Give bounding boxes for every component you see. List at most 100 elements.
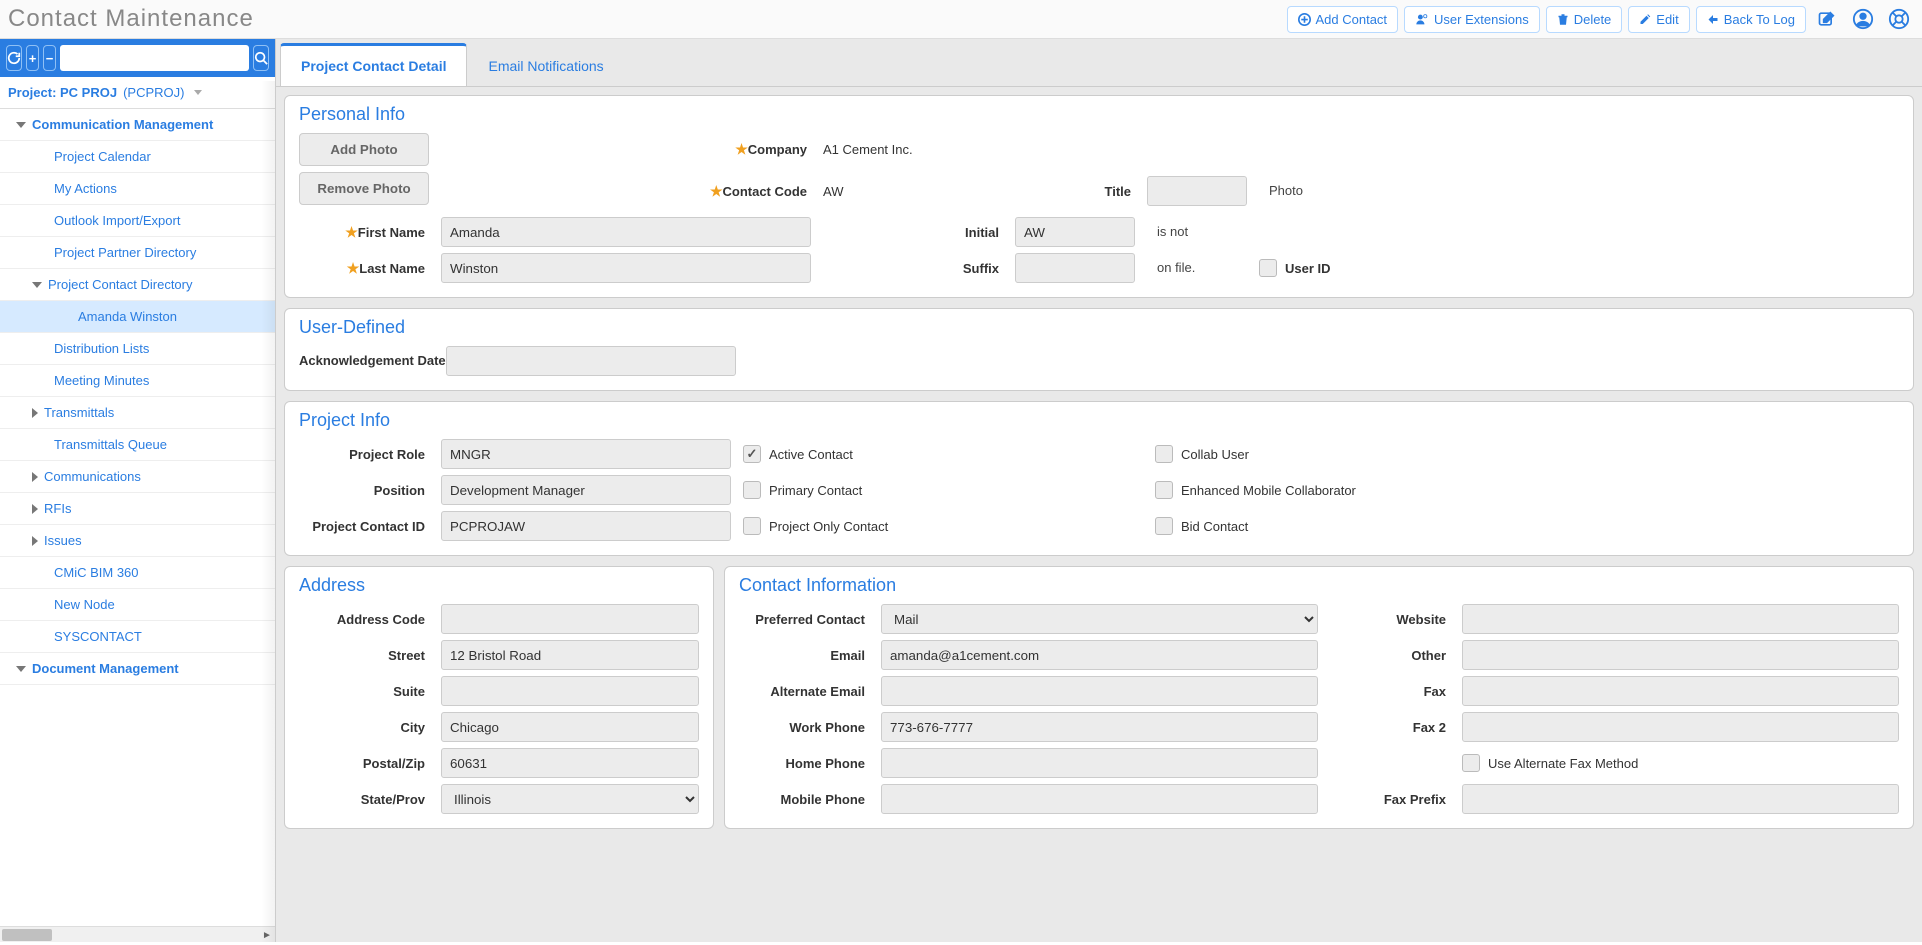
checkbox-alt-fax-method[interactable]: Use Alternate Fax Method xyxy=(1462,754,1899,772)
input-title[interactable] xyxy=(1147,176,1247,206)
delete-button[interactable]: Delete xyxy=(1546,6,1623,33)
value-company: A1 Cement Inc. xyxy=(823,138,1003,161)
nav-new-node[interactable]: New Node xyxy=(0,589,275,621)
input-initial[interactable] xyxy=(1015,217,1135,247)
nav-project-contact-directory[interactable]: Project Contact Directory xyxy=(0,269,275,301)
input-website[interactable] xyxy=(1462,604,1899,634)
trash-icon xyxy=(1557,13,1569,26)
input-city[interactable] xyxy=(441,712,699,742)
tab-project-contact-detail[interactable]: Project Contact Detail xyxy=(280,43,467,86)
refresh-icon[interactable] xyxy=(6,45,22,71)
select-preferred-contact[interactable]: Mail xyxy=(881,604,1318,634)
label-state: State/Prov xyxy=(299,792,429,807)
checkbox-enhanced-mobile-collab[interactable]: Enhanced Mobile Collaborator xyxy=(1155,481,1899,499)
input-suite[interactable] xyxy=(441,676,699,706)
input-mobile-phone[interactable] xyxy=(881,784,1318,814)
label-city: City xyxy=(299,720,429,735)
input-suffix[interactable] xyxy=(1015,253,1135,283)
nav-outlook-import-export[interactable]: Outlook Import/Export xyxy=(0,205,275,237)
nav-project-calendar[interactable]: Project Calendar xyxy=(0,141,275,173)
nav-transmittals-queue[interactable]: Transmittals Queue xyxy=(0,429,275,461)
user-extensions-button[interactable]: User Extensions xyxy=(1404,6,1540,33)
nav-contact-amanda-winston[interactable]: Amanda Winston xyxy=(0,301,275,333)
input-ack-date[interactable] xyxy=(446,346,736,376)
input-project-role[interactable] xyxy=(441,439,731,469)
checkbox-user-id[interactable]: User ID xyxy=(1259,259,1519,277)
label-fax: Fax xyxy=(1330,684,1450,699)
input-other[interactable] xyxy=(1462,640,1899,670)
input-email[interactable] xyxy=(881,640,1318,670)
collapse-icon[interactable]: − xyxy=(43,45,56,71)
back-to-log-button[interactable]: Back To Log xyxy=(1696,6,1806,33)
input-project-contact-id[interactable] xyxy=(441,511,731,541)
label-alt-email: Alternate Email xyxy=(739,684,869,699)
input-home-phone[interactable] xyxy=(881,748,1318,778)
nav-transmittals[interactable]: Transmittals xyxy=(0,397,275,429)
input-first-name[interactable] xyxy=(441,217,811,247)
input-alt-email[interactable] xyxy=(881,676,1318,706)
scroll-right-icon[interactable]: ► xyxy=(259,927,275,943)
input-fax[interactable] xyxy=(1462,676,1899,706)
caret-right-icon xyxy=(32,504,38,514)
add-contact-button[interactable]: Add Contact xyxy=(1287,6,1399,33)
input-last-name[interactable] xyxy=(441,253,811,283)
nav-project-partner-directory[interactable]: Project Partner Directory xyxy=(0,237,275,269)
label-postal: Postal/Zip xyxy=(299,756,429,771)
nav-group-document[interactable]: Document Management xyxy=(0,653,275,685)
panel-title: Address xyxy=(299,575,699,596)
nav-issues[interactable]: Issues xyxy=(0,525,275,557)
input-street[interactable] xyxy=(441,640,699,670)
page-title: Contact Maintenance xyxy=(8,5,254,33)
label-initial: Initial xyxy=(823,225,1003,240)
sidebar-toolbar: + − xyxy=(0,39,275,77)
user-gear-icon xyxy=(1415,13,1429,26)
remove-photo-button[interactable]: Remove Photo xyxy=(299,172,429,205)
input-fax-prefix[interactable] xyxy=(1462,784,1899,814)
nav-group-communication[interactable]: Communication Management xyxy=(0,109,275,141)
input-address-code[interactable] xyxy=(441,604,699,634)
nav-communications[interactable]: Communications xyxy=(0,461,275,493)
input-work-phone[interactable] xyxy=(881,712,1318,742)
scrollbar-thumb[interactable] xyxy=(2,929,52,941)
label-street: Street xyxy=(299,648,429,663)
project-selector[interactable]: Project: PC PROJ (PCPROJ) xyxy=(0,77,275,109)
user-circle-icon[interactable] xyxy=(1848,4,1878,34)
panel-contact-information: Contact Information Preferred Contact Ma… xyxy=(724,566,1914,829)
nav-cmic-bim-360[interactable]: CMiC BIM 360 xyxy=(0,557,275,589)
photo-text-2: is not xyxy=(1147,219,1247,245)
caret-right-icon xyxy=(32,408,38,418)
add-photo-button[interactable]: Add Photo xyxy=(299,133,429,166)
sidebar-search-input[interactable] xyxy=(60,45,249,71)
help-lifering-icon[interactable] xyxy=(1884,4,1914,34)
label-company: ★Company xyxy=(441,141,811,158)
select-state[interactable]: Illinois xyxy=(441,784,699,814)
nav-my-actions[interactable]: My Actions xyxy=(0,173,275,205)
caret-down-icon xyxy=(16,122,26,128)
expand-icon[interactable]: + xyxy=(26,45,39,71)
tab-email-notifications[interactable]: Email Notifications xyxy=(467,43,624,86)
checkbox-active-contact[interactable]: Active Contact xyxy=(743,445,1143,463)
edit-button[interactable]: Edit xyxy=(1628,6,1689,33)
nav-distribution-lists[interactable]: Distribution Lists xyxy=(0,333,275,365)
nav-rfis[interactable]: RFIs xyxy=(0,493,275,525)
input-postal[interactable] xyxy=(441,748,699,778)
label-first-name: ★First Name xyxy=(299,224,429,241)
horizontal-scrollbar[interactable]: ◄ ► xyxy=(0,926,275,942)
label-fax2: Fax 2 xyxy=(1330,720,1450,735)
pencil-icon xyxy=(1639,13,1651,26)
nav-syscontact[interactable]: SYSCONTACT xyxy=(0,621,275,653)
panel-user-defined: User-Defined Acknowledgement Date xyxy=(284,308,1914,391)
label-suite: Suite xyxy=(299,684,429,699)
checkbox-primary-contact[interactable]: Primary Contact xyxy=(743,481,1143,499)
input-fax2[interactable] xyxy=(1462,712,1899,742)
checkbox-collab-user[interactable]: Collab User xyxy=(1155,445,1899,463)
input-position[interactable] xyxy=(441,475,731,505)
search-icon[interactable] xyxy=(253,45,269,71)
nav-meeting-minutes[interactable]: Meeting Minutes xyxy=(0,365,275,397)
checkbox-project-only-contact[interactable]: Project Only Contact xyxy=(743,517,1143,535)
label-suffix: Suffix xyxy=(823,261,1003,276)
compose-icon[interactable] xyxy=(1812,4,1842,34)
panel-title: Project Info xyxy=(299,410,1899,431)
label-project-role: Project Role xyxy=(299,447,429,462)
checkbox-bid-contact[interactable]: Bid Contact xyxy=(1155,517,1899,535)
